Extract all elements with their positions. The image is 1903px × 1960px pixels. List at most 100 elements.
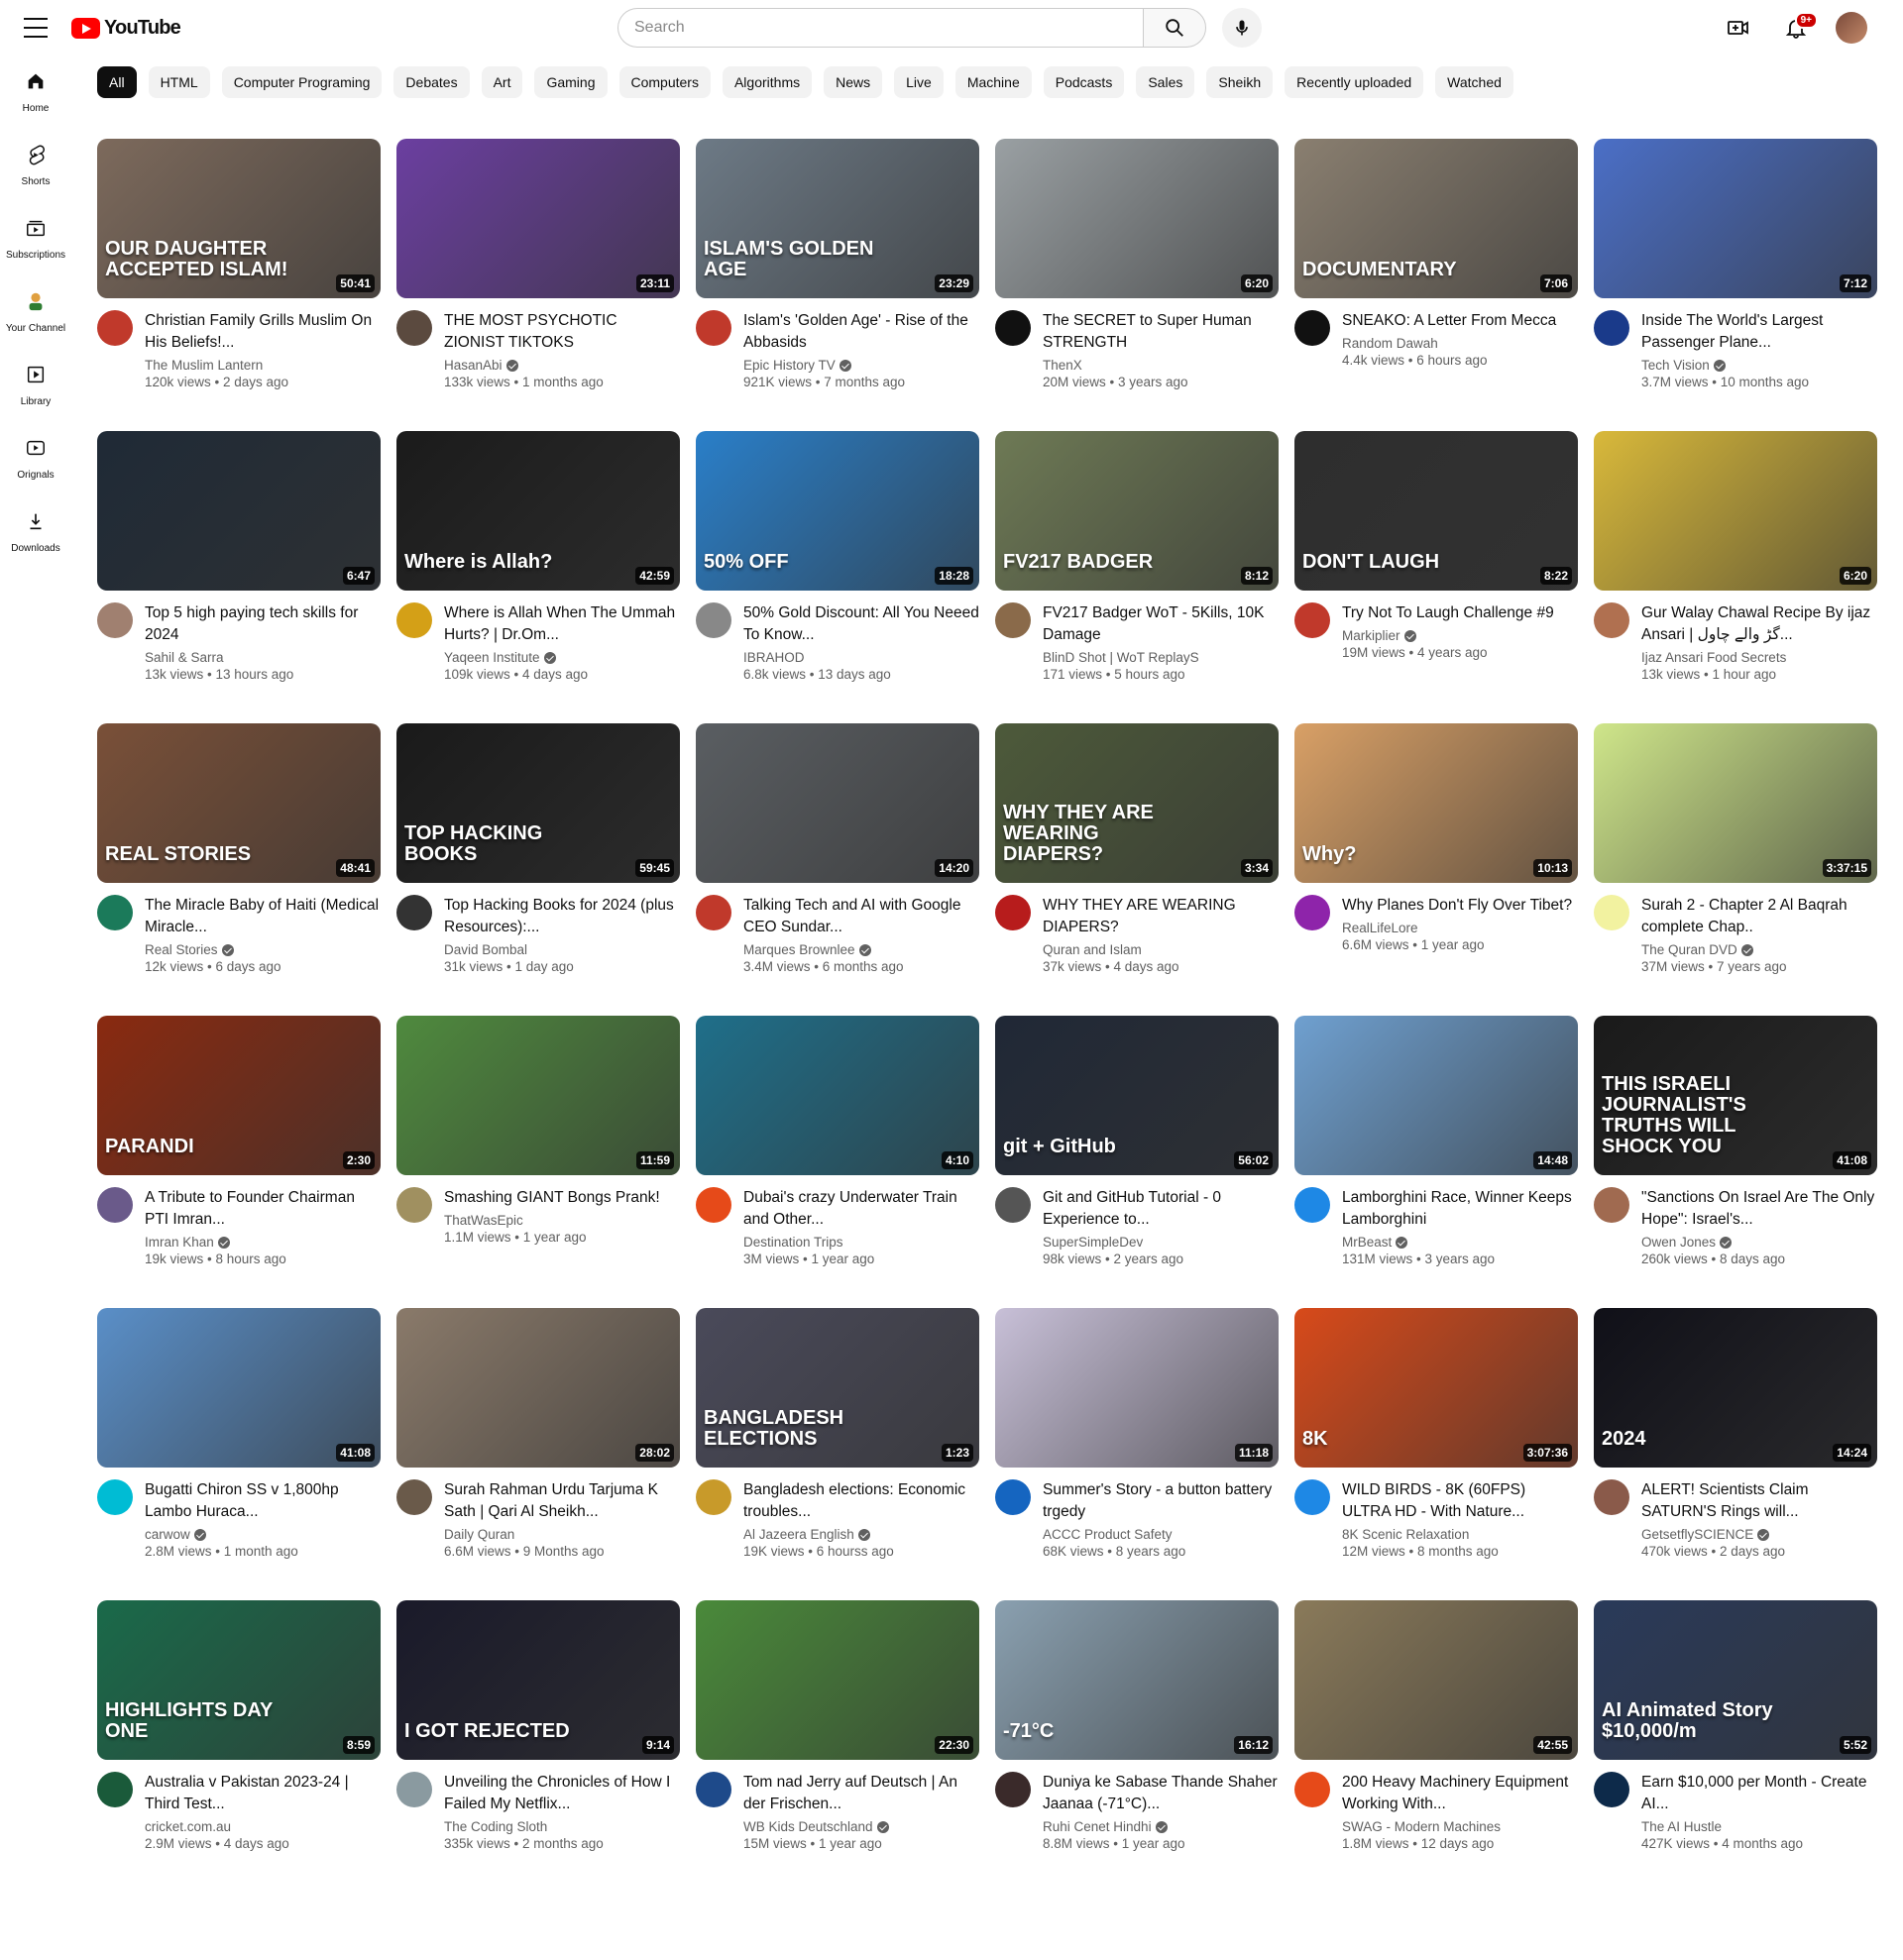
account-avatar[interactable]	[1836, 12, 1867, 44]
sidebar-item-subscriptions[interactable]: Subscriptions	[0, 202, 71, 275]
video-title[interactable]: Duniya ke Sabase Thande Shaher Jaanaa (-…	[1043, 1772, 1279, 1815]
video-thumbnail[interactable]: WHY THEY ARE WEARING DIAPERS? 3:34	[995, 723, 1279, 883]
channel-name[interactable]: The AI Hustle	[1641, 1819, 1877, 1834]
video-thumbnail[interactable]: Where is Allah? 42:59	[396, 431, 680, 591]
video-title[interactable]: Bugatti Chiron SS v 1,800hp Lambo Huraca…	[145, 1479, 381, 1523]
video-card[interactable]: OUR DAUGHTER ACCEPTED ISLAM! 50:41 Christi…	[97, 139, 381, 431]
channel-avatar[interactable]	[696, 1479, 731, 1515]
channel-avatar[interactable]	[396, 895, 432, 930]
video-thumbnail[interactable]: 6:20	[995, 139, 1279, 298]
video-thumbnail[interactable]: 28:02	[396, 1308, 680, 1468]
channel-avatar[interactable]	[97, 1187, 133, 1223]
video-title[interactable]: Gur Walay Chawal Recipe By ijaz Ansari |…	[1641, 602, 1877, 646]
video-card[interactable]: DOCUMENTARY 7:06 SNEAKO: A Letter From Mec…	[1294, 139, 1578, 431]
video-card[interactable]: THIS ISRAELI JOURNALIST'S TRUTHS WILL SH…	[1594, 1016, 1877, 1308]
channel-name[interactable]: HasanAbi	[444, 358, 680, 373]
channel-name[interactable]: MrBeast	[1342, 1235, 1578, 1250]
channel-name[interactable]: ThenX	[1043, 358, 1279, 373]
video-thumbnail[interactable]: HIGHLIGHTS DAY ONE 8:59	[97, 1600, 381, 1760]
channel-avatar[interactable]	[696, 895, 731, 930]
video-card[interactable]: 14:20 Talking Tech and AI with Google CEO…	[696, 723, 979, 1016]
channel-name[interactable]: ThatWasEpic	[444, 1213, 680, 1228]
channel-avatar[interactable]	[1594, 1772, 1629, 1807]
video-card[interactable]: Where is Allah? 42:59 Where is Allah When …	[396, 431, 680, 723]
chip-machine[interactable]: Machine	[954, 66, 1032, 98]
channel-name[interactable]: Imran Khan	[145, 1235, 381, 1250]
chip-computers[interactable]: Computers	[618, 66, 711, 98]
video-title[interactable]: Lamborghini Race, Winner Keeps Lamborghi…	[1342, 1187, 1578, 1231]
video-card[interactable]: BANGLADESH ELECTIONS 1:23 Bangladesh elect…	[696, 1308, 979, 1600]
video-title[interactable]: The Miracle Baby of Haiti (Medical Mirac…	[145, 895, 381, 938]
video-card[interactable]: 3:37:15 Surah 2 - Chapter 2 Al Baqrah com…	[1594, 723, 1877, 1016]
channel-name[interactable]: IBRAHOD	[743, 650, 979, 665]
video-thumbnail[interactable]: 14:20	[696, 723, 979, 883]
video-card[interactable]: 6:20 The SECRET to Super Human STRENGTH Th…	[995, 139, 1279, 431]
channel-avatar[interactable]	[1294, 1187, 1330, 1223]
video-title[interactable]: Christian Family Grills Muslim On His Be…	[145, 310, 381, 354]
video-title[interactable]: Smashing GIANT Bongs Prank!	[444, 1187, 680, 1209]
video-card[interactable]: 50% OFF 18:28 50% Gold Discount: All You N…	[696, 431, 979, 723]
sidebar-item-your-channel[interactable]: Your Channel	[0, 275, 71, 349]
channel-name[interactable]: SWAG - Modern Machines	[1342, 1819, 1578, 1834]
video-card[interactable]: 11:59 Smashing GIANT Bongs Prank! ThatWasE…	[396, 1016, 680, 1308]
video-title[interactable]: Why Planes Don't Fly Over Tibet?	[1342, 895, 1578, 917]
video-title[interactable]: Islam's 'Golden Age' - Rise of the Abbas…	[743, 310, 979, 354]
menu-icon[interactable]	[24, 18, 48, 38]
channel-avatar[interactable]	[995, 1772, 1031, 1807]
video-title[interactable]: WHY THEY ARE WEARING DIAPERS?	[1043, 895, 1279, 938]
chip-debates[interactable]: Debates	[393, 66, 470, 98]
video-card[interactable]: 22:30 Tom nad Jerry auf Deutsch | An der …	[696, 1600, 979, 1893]
channel-avatar[interactable]	[396, 602, 432, 638]
channel-avatar[interactable]	[1594, 310, 1629, 346]
notifications-button[interactable]: 9+	[1778, 10, 1818, 46]
channel-name[interactable]: cricket.com.au	[145, 1819, 381, 1834]
video-card[interactable]: -71°C 16:12 Duniya ke Sabase Thande Shaher…	[995, 1600, 1279, 1893]
chip-news[interactable]: News	[824, 66, 883, 98]
channel-avatar[interactable]	[1594, 1479, 1629, 1515]
video-title[interactable]: Summer's Story - a button battery trgedy	[1043, 1479, 1279, 1523]
chip-html[interactable]: HTML	[148, 66, 210, 98]
create-button[interactable]	[1721, 10, 1756, 46]
channel-name[interactable]: GetsetflySCIENCE	[1641, 1527, 1877, 1542]
video-thumbnail[interactable]: FV217 BADGER 8:12	[995, 431, 1279, 591]
video-thumbnail[interactable]: 11:59	[396, 1016, 680, 1175]
video-card[interactable]: git + GitHub 56:02 Git and GitHub Tutorial…	[995, 1016, 1279, 1308]
video-card[interactable]: REAL STORIES 48:41 The Miracle Baby of Hai…	[97, 723, 381, 1016]
video-title[interactable]: 50% Gold Discount: All You Neeed To Know…	[743, 602, 979, 646]
video-thumbnail[interactable]: git + GitHub 56:02	[995, 1016, 1279, 1175]
chip-algorithms[interactable]: Algorithms	[722, 66, 813, 98]
channel-name[interactable]: Ruhi Cenet Hindhi	[1043, 1819, 1279, 1834]
chip-art[interactable]: Art	[481, 66, 523, 98]
channel-name[interactable]: WB Kids Deutschland	[743, 1819, 979, 1834]
channel-avatar[interactable]	[995, 310, 1031, 346]
video-thumbnail[interactable]: 8K 3:07:36	[1294, 1308, 1578, 1468]
video-thumbnail[interactable]: 3:37:15	[1594, 723, 1877, 883]
sidebar-item-orignals[interactable]: Orignals	[0, 422, 71, 495]
video-title[interactable]: Git and GitHub Tutorial - 0 Experience t…	[1043, 1187, 1279, 1231]
video-thumbnail[interactable]: DOCUMENTARY 7:06	[1294, 139, 1578, 298]
channel-avatar[interactable]	[1294, 895, 1330, 930]
video-thumbnail[interactable]: THIS ISRAELI JOURNALIST'S TRUTHS WILL SH…	[1594, 1016, 1877, 1175]
chip-live[interactable]: Live	[894, 66, 944, 98]
video-title[interactable]: Bangladesh elections: Economic troubles.…	[743, 1479, 979, 1523]
channel-avatar[interactable]	[696, 310, 731, 346]
channel-avatar[interactable]	[995, 1187, 1031, 1223]
video-title[interactable]: THE MOST PSYCHOTIC ZIONIST TIKTOKS	[444, 310, 680, 354]
video-thumbnail[interactable]: 6:20	[1594, 431, 1877, 591]
video-card[interactable]: 6:47 Top 5 high paying tech skills for 20…	[97, 431, 381, 723]
channel-name[interactable]: ACCC Product Safety	[1043, 1527, 1279, 1542]
video-card[interactable]: PARANDI 2:30 A Tribute to Founder Chairman…	[97, 1016, 381, 1308]
sidebar-item-library[interactable]: Library	[0, 349, 71, 422]
video-title[interactable]: FV217 Badger WoT - 5Kills, 10K Damage	[1043, 602, 1279, 646]
video-title[interactable]: Where is Allah When The Ummah Hurts? | D…	[444, 602, 680, 646]
video-thumbnail[interactable]: REAL STORIES 48:41	[97, 723, 381, 883]
chip-sales[interactable]: Sales	[1136, 66, 1195, 98]
channel-avatar[interactable]	[696, 602, 731, 638]
channel-name[interactable]: RealLifeLore	[1342, 921, 1578, 935]
video-thumbnail[interactable]: 42:55	[1294, 1600, 1578, 1760]
channel-name[interactable]: Al Jazeera English	[743, 1527, 979, 1542]
chip-all[interactable]: All	[97, 66, 137, 98]
video-card[interactable]: FV217 BADGER 8:12 FV217 Badger WoT - 5Kill…	[995, 431, 1279, 723]
channel-avatar[interactable]	[995, 895, 1031, 930]
video-card[interactable]: 8K 3:07:36 WILD BIRDS - 8K (60FPS) ULTRA H…	[1294, 1308, 1578, 1600]
